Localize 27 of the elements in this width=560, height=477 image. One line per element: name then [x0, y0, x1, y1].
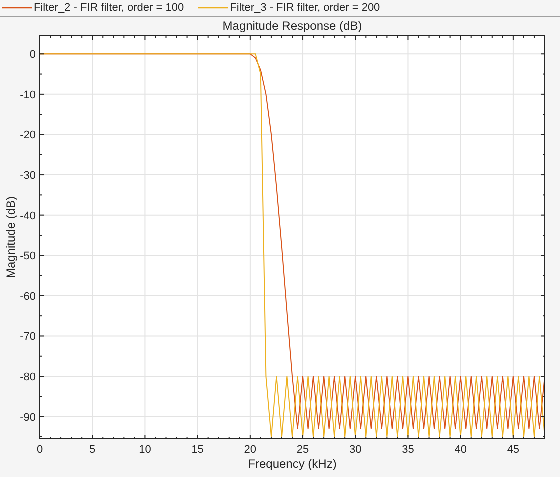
tick-label: 0 — [30, 49, 36, 62]
axis-label: Frequency (kHz) — [248, 457, 337, 471]
tick-label: -50 — [20, 250, 36, 263]
tick-label: 15 — [192, 444, 204, 456]
legend-label: Filter_3 - FIR filter, order = 200 — [230, 0, 380, 16]
tick-label: 35 — [402, 444, 414, 456]
tick-label: 25 — [296, 444, 310, 456]
tick-label: -10 — [20, 89, 36, 102]
tick-label: 20 — [244, 444, 257, 456]
legend-label: Filter_2 - FIR filter, order = 100 — [34, 0, 184, 16]
axis-label: Magnitude (dB) — [4, 196, 18, 279]
tick-label: 5 — [90, 444, 96, 456]
tick-label: -90 — [20, 412, 36, 424]
tick-label: -80 — [20, 372, 36, 384]
tick-label: 45 — [507, 444, 520, 456]
tick-label: 30 — [350, 444, 362, 456]
tick-label: -40 — [20, 210, 36, 222]
chart-title: Magnitude Response (dB) — [222, 19, 362, 33]
tick-label: -30 — [20, 170, 36, 182]
tick-label: 10 — [139, 444, 152, 456]
tick-label: -70 — [20, 331, 36, 344]
legend-line-icon — [2, 5, 32, 11]
legend-line-icon — [198, 5, 228, 11]
tick-label: 0 — [36, 444, 44, 456]
tick-label: -20 — [20, 130, 36, 142]
tick-label: -60 — [20, 290, 36, 303]
tick-label: 40 — [454, 444, 467, 456]
